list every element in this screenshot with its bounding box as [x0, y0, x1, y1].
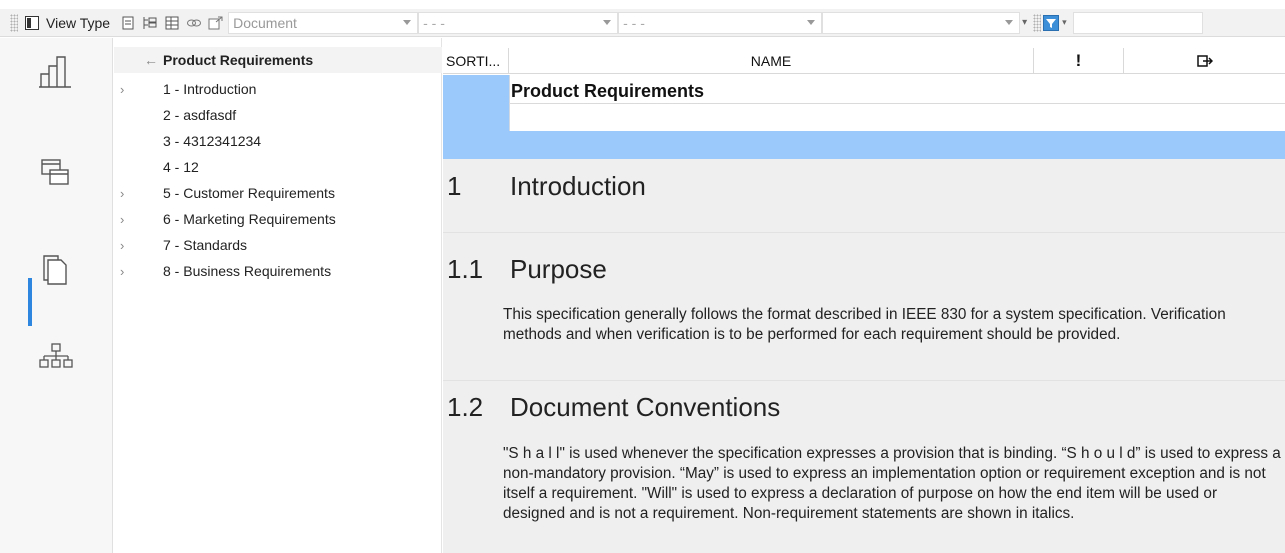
section-body: "S h a l l" is used whenever the specifi… [503, 445, 1281, 522]
toolbar: View Type Document - - - - - - ▾ ▾ [0, 9, 1285, 37]
filter-select-1[interactable]: - - - [418, 11, 619, 34]
chevron-down-icon [807, 19, 816, 25]
tree-item[interactable]: › 1 - Introduction [114, 76, 442, 102]
document-select[interactable]: Document [228, 11, 419, 34]
chevron-right-icon[interactable]: › [120, 82, 130, 97]
tree-item[interactable]: 3 - 4312341234 [114, 128, 442, 154]
window-view-icon[interactable] [38, 156, 74, 192]
document-view-icon[interactable] [120, 15, 136, 31]
chevron-right-icon[interactable]: › [120, 238, 130, 253]
column-header-name-label: NAME [750, 53, 792, 69]
tree-item-label: 5 - Customer Requirements [163, 185, 335, 201]
column-header-sort-label: SORTI... [446, 53, 501, 69]
tree-item-label: 6 - Marketing Requirements [163, 211, 336, 227]
toolbar-grip[interactable] [10, 13, 18, 32]
cell-divider [509, 103, 1285, 104]
link-icon[interactable] [186, 15, 202, 31]
document-view-icon[interactable] [38, 250, 74, 286]
filter-icon[interactable] [1043, 14, 1060, 31]
tree-item[interactable]: 4 - 12 [114, 154, 442, 180]
filter-select-1-value: - - - [423, 14, 445, 31]
tree-item-label: 1 - Introduction [163, 81, 257, 97]
table-view-icon[interactable] [164, 15, 180, 31]
section-number: 1.1 [447, 254, 484, 284]
tree-item[interactable]: 2 - asdfasdf [114, 102, 442, 128]
tree-item-label: 3 - 4312341234 [163, 133, 262, 149]
section-row-1[interactable]: 1 Introduction [443, 159, 1285, 233]
toolbar-grip-2[interactable] [1033, 13, 1042, 32]
document-select-value: Document [233, 14, 297, 31]
tree-root-label: Product Requirements [163, 52, 314, 68]
document-tree: ← Product Requirements › 1 - Introduction… [114, 38, 442, 553]
document-pane: Product Requirements 1 Introduction 1.1 … [443, 75, 1285, 553]
chevron-down-icon [603, 19, 612, 25]
section-title: Document Conventions [510, 392, 781, 422]
column-header-priority-label: ! [1075, 51, 1082, 70]
tree-item[interactable]: › 6 - Marketing Requirements [114, 206, 442, 232]
view-type-label[interactable]: View Type [46, 15, 110, 31]
column-header-priority[interactable]: ! [1034, 48, 1124, 74]
column-header-name[interactable]: NAME [509, 48, 1034, 74]
filter-select-2-value: - - - [623, 14, 645, 31]
tree-item-label: 2 - asdfasdf [163, 107, 237, 123]
section-body: This specification generally follows the… [503, 306, 1226, 343]
chevron-right-icon[interactable]: › [120, 186, 130, 201]
tree-item[interactable]: › 8 - Business Requirements [114, 258, 442, 284]
tree-item-label: 7 - Standards [163, 237, 248, 253]
chevron-down-icon [1005, 19, 1014, 25]
column-header-links[interactable] [1124, 48, 1285, 74]
back-arrow-icon[interactable]: ← [144, 52, 158, 68]
filter-select-3[interactable] [822, 11, 1021, 34]
search-input[interactable] [1072, 11, 1203, 34]
column-header-sort[interactable]: SORTI... [443, 48, 509, 74]
active-view-indicator [28, 278, 32, 326]
chevron-down-icon [403, 19, 412, 25]
tree-item-label: 4 - 12 [163, 159, 199, 175]
tree-item-label: 8 - Business Requirements [163, 263, 332, 279]
view-type-icon[interactable] [24, 15, 40, 31]
view-rail [0, 38, 113, 553]
section-title: Purpose [510, 254, 607, 284]
export-icon[interactable] [208, 15, 224, 31]
tree-item[interactable]: › 7 - Standards [114, 232, 442, 258]
tree-view-icon[interactable] [142, 15, 158, 31]
filter-dropdown-icon[interactable]: ▾ [1062, 17, 1067, 28]
toolbar-overflow-icon[interactable]: ▾ [1022, 17, 1027, 28]
document-title: Product Requirements [511, 81, 705, 101]
section-number: 1.2 [447, 392, 484, 422]
section-row-1-2[interactable]: 1.2 Document Conventions "S h a l l" is … [443, 382, 1285, 553]
tree-root[interactable]: ← Product Requirements [114, 47, 442, 73]
section-number: 1 [447, 171, 462, 201]
chevron-right-icon[interactable]: › [120, 212, 130, 227]
chevron-right-icon[interactable]: › [120, 264, 130, 279]
section-title: Introduction [510, 171, 646, 201]
hierarchy-view-icon[interactable] [38, 340, 74, 376]
tree-item[interactable]: › 5 - Customer Requirements [114, 180, 442, 206]
filter-select-2[interactable]: - - - [618, 11, 823, 34]
link-arrow-icon [1196, 55, 1213, 67]
section-row-1-1[interactable]: 1.1 Purpose This specification generally… [443, 234, 1285, 381]
grid-header: SORTI... NAME ! [443, 48, 1285, 74]
chart-view-icon[interactable] [38, 54, 74, 90]
